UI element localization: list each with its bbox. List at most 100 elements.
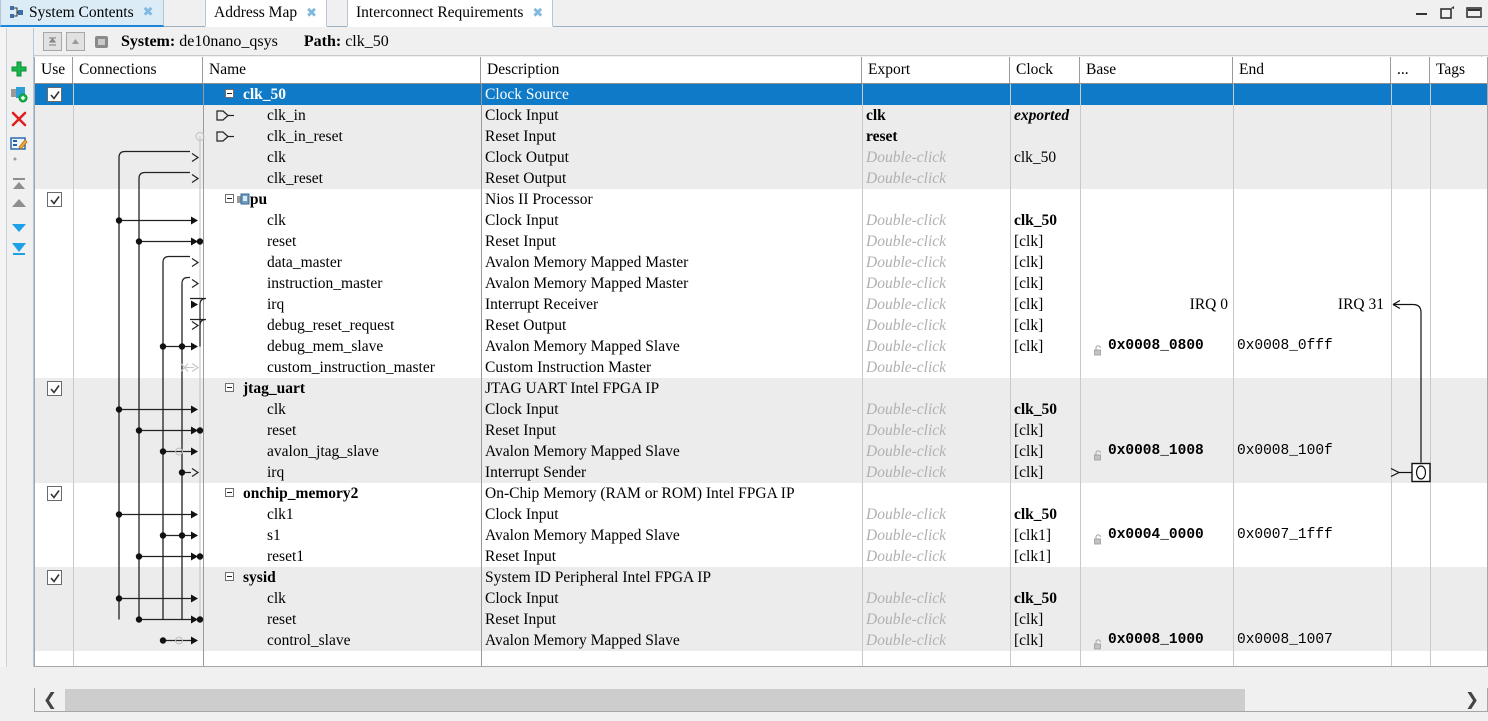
cell-description[interactable]: Interrupt Receiver <box>485 294 860 315</box>
table-row[interactable]: irq Interrupt Receiver Double-click [clk] IR… <box>35 294 1487 315</box>
edit-icon[interactable] <box>9 134 29 154</box>
up-level-button[interactable] <box>66 32 85 51</box>
column-header-connections[interactable]: Connections <box>73 57 203 83</box>
cell-export[interactable]: clk <box>866 105 1008 126</box>
cell-name[interactable]: debug_reset_request <box>267 315 505 336</box>
column-header-dots[interactable]: ... <box>1391 57 1430 83</box>
table-row[interactable]: clk_in Clock Input clk exported <box>35 105 1487 126</box>
tab-address-map[interactable]: Address Map ✖ <box>205 0 327 27</box>
cell-export[interactable]: Double-click <box>866 609 1008 630</box>
cell-description[interactable]: Clock Source <box>485 84 860 105</box>
cell-description[interactable]: Nios II Processor <box>485 189 860 210</box>
table-row[interactable]: sysid System ID Peripheral Intel FPGA IP <box>35 567 1487 588</box>
cell-description[interactable]: Interrupt Sender <box>485 462 860 483</box>
cell-clock[interactable]: [clk1] <box>1014 525 1078 546</box>
cell-export[interactable]: Double-click <box>866 420 1008 441</box>
cell-name[interactable]: irq <box>267 462 505 483</box>
collapse-expander-icon[interactable] <box>225 572 234 581</box>
cell-clock[interactable]: [clk] <box>1014 315 1078 336</box>
close-icon[interactable]: ✖ <box>143 6 154 19</box>
cell-name[interactable]: control_slave <box>267 630 505 651</box>
cell-description[interactable]: Avalon Memory Mapped Master <box>485 252 860 273</box>
column-header-use[interactable]: Use <box>35 57 73 83</box>
cell-export[interactable]: Double-click <box>866 147 1008 168</box>
cell-end[interactable]: 0x0007_1fff <box>1237 525 1391 546</box>
cell-export[interactable]: Double-click <box>866 588 1008 609</box>
use-checkbox[interactable] <box>47 486 62 501</box>
collapse-all-button[interactable] <box>43 32 62 51</box>
cell-base[interactable]: 0x0008_1000 <box>1094 630 1233 651</box>
cell-clock[interactable]: [clk] <box>1014 630 1078 651</box>
cell-export[interactable]: Double-click <box>866 168 1008 189</box>
cell-name[interactable]: clk_in <box>267 105 505 126</box>
cell-export[interactable]: Double-click <box>866 525 1008 546</box>
table-row[interactable]: jtag_uart JTAG UART Intel FPGA IP <box>35 378 1487 399</box>
cell-description[interactable]: Clock Input <box>485 504 860 525</box>
table-row[interactable]: control_slave Avalon Memory Mapped Slave D… <box>35 630 1487 651</box>
cell-name[interactable]: avalon_jtag_slave <box>267 441 505 462</box>
cell-base[interactable]: 0x0008_0800 <box>1094 336 1233 357</box>
scroll-left-icon[interactable]: ❮ <box>35 689 65 711</box>
cell-export[interactable]: Double-click <box>866 357 1008 378</box>
cell-description[interactable]: Clock Input <box>485 210 860 231</box>
cell-export[interactable]: Double-click <box>866 399 1008 420</box>
table-row[interactable]: clk_reset Reset Output Double-click <box>35 168 1487 189</box>
cell-name[interactable]: clk <box>267 399 505 420</box>
cell-clock[interactable]: [clk] <box>1014 294 1078 315</box>
table-row[interactable]: debug_mem_slave Avalon Memory Mapped Slav… <box>35 336 1487 357</box>
column-header-name[interactable]: Name <box>203 57 481 83</box>
move-down-icon[interactable] <box>9 217 29 237</box>
use-checkbox[interactable] <box>47 381 62 396</box>
add-icon[interactable] <box>9 59 29 79</box>
column-header-description[interactable]: Description <box>481 57 862 83</box>
scroll-right-icon[interactable]: ❯ <box>1457 689 1487 711</box>
cell-name[interactable]: onchip_memory2 <box>243 483 481 504</box>
cell-export[interactable]: Double-click <box>866 315 1008 336</box>
cell-description[interactable]: Clock Input <box>485 399 860 420</box>
minimize-icon[interactable] <box>1414 5 1430 19</box>
cell-clock[interactable]: [clk] <box>1014 609 1078 630</box>
table-row[interactable]: instruction_master Avalon Memory Mapped M… <box>35 273 1487 294</box>
use-checkbox[interactable] <box>47 87 62 102</box>
cell-description[interactable]: Reset Input <box>485 609 860 630</box>
cell-base[interactable]: 0x0008_1008 <box>1094 441 1233 462</box>
cell-name[interactable]: clk <box>267 588 505 609</box>
cell-name[interactable]: reset <box>267 609 505 630</box>
column-header-base[interactable]: Base <box>1080 57 1233 83</box>
cell-name[interactable]: debug_mem_slave <box>267 336 505 357</box>
close-icon[interactable]: ✖ <box>306 7 317 20</box>
cell-name[interactable]: reset <box>267 231 505 252</box>
cell-export[interactable]: Double-click <box>866 294 1008 315</box>
cell-name[interactable]: clk_in_reset <box>267 126 505 147</box>
add-component-icon[interactable] <box>9 84 29 104</box>
table-row[interactable]: cpu Nios II Processor <box>35 189 1487 210</box>
maximize-icon[interactable] <box>1466 5 1482 19</box>
cell-clock[interactable]: clk_50 <box>1014 399 1078 420</box>
cell-end[interactable]: IRQ 31 <box>1233 294 1389 315</box>
move-up-icon[interactable] <box>9 193 29 213</box>
tab-system-contents[interactable]: System Contents ✖ <box>0 0 164 27</box>
cell-clock[interactable]: [clk] <box>1014 252 1078 273</box>
table-row[interactable]: clk Clock Input Double-click clk_50 <box>35 210 1487 231</box>
collapse-expander-icon[interactable] <box>225 383 234 392</box>
cell-clock[interactable]: [clk] <box>1014 462 1078 483</box>
cell-clock[interactable]: clk_50 <box>1014 588 1078 609</box>
cell-export[interactable]: Double-click <box>866 210 1008 231</box>
cell-name[interactable]: s1 <box>267 525 505 546</box>
cell-export[interactable]: Double-click <box>866 441 1008 462</box>
table-row[interactable]: debug_reset_request Reset Output Double-cl… <box>35 315 1487 336</box>
cell-export[interactable]: Double-click <box>866 231 1008 252</box>
cell-description[interactable]: Reset Input <box>485 126 860 147</box>
cell-description[interactable]: Clock Input <box>485 105 860 126</box>
cell-description[interactable]: JTAG UART Intel FPGA IP <box>485 378 860 399</box>
cell-name[interactable]: clk_reset <box>267 168 505 189</box>
cell-description[interactable]: Avalon Memory Mapped Slave <box>485 630 860 651</box>
scrollbar-thumb[interactable] <box>65 688 1245 711</box>
tab-interconnect-requirements[interactable]: Interconnect Requirements ✖ <box>347 0 554 27</box>
column-header-clock[interactable]: Clock <box>1010 57 1080 83</box>
lock-icon[interactable] <box>1094 446 1103 461</box>
cell-export[interactable]: Double-click <box>866 336 1008 357</box>
cell-description[interactable]: Reset Input <box>485 546 860 567</box>
cell-name[interactable]: cpu <box>243 189 481 210</box>
use-checkbox[interactable] <box>47 570 62 585</box>
